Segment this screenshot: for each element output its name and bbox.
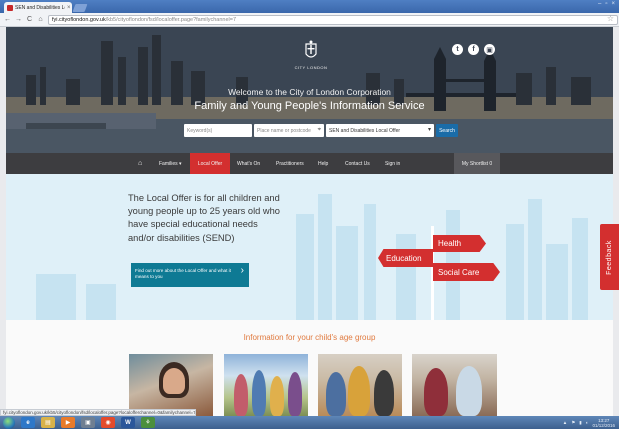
category-select[interactable]: SEN and Disabilities Local Offer ▾ <box>326 124 434 137</box>
browser-tab[interactable]: SEN and Disabilities Local × <box>4 2 72 13</box>
postcode-input[interactable]: Place name or postcode ⌖ <box>254 124 324 137</box>
clock[interactable]: 13:27 01/12/2016 <box>592 418 615 428</box>
nav-local-offer[interactable]: Local Offer <box>190 153 230 174</box>
feedback-label: Feedback <box>606 239 613 275</box>
internet-explorer-icon[interactable]: e <box>21 417 35 428</box>
forward-arrow-icon[interactable]: → <box>15 16 22 23</box>
tray-expand-icon[interactable]: ▲ <box>563 420 567 425</box>
keyword-input[interactable]: Keyword(s) <box>184 124 252 137</box>
nav-sign-in[interactable]: Sign in <box>385 153 400 174</box>
postcode-placeholder: Place name or postcode <box>257 127 311 134</box>
minimize-icon[interactable]: – <box>598 1 601 7</box>
social-links: t f ▣ <box>452 44 495 55</box>
age-group-section: Information for your child's age group <box>6 320 613 416</box>
favicon-icon <box>7 4 13 11</box>
hero-service-title: Family and Young People's Information Se… <box>194 100 425 112</box>
local-offer-intro-text: The Local Offer is for all children and … <box>128 193 280 243</box>
close-window-icon[interactable]: × <box>611 1 615 7</box>
file-explorer-icon[interactable]: ▤ <box>41 417 55 428</box>
social-care-sign[interactable]: Social Care <box>433 263 500 281</box>
new-tab-button[interactable] <box>72 4 88 12</box>
windows-taskbar: e ▤ ▶ ▣ ◉ W ⚘ ▲ ⚑ ▮ ◐ 13:27 01/12/2016 <box>0 416 619 429</box>
category-select-value: SEN and Disabilities Local Offer <box>329 127 401 134</box>
nav-my-shortlist[interactable]: My Shortlist 0 <box>454 153 500 174</box>
word-icon[interactable]: W <box>121 417 135 428</box>
local-offer-banner: The Local Offer is for all children and … <box>6 174 613 320</box>
action-center-icon[interactable]: ⚑ <box>571 420 575 426</box>
city-of-london-crest-icon <box>305 40 317 58</box>
start-button[interactable] <box>3 416 15 429</box>
search-bar: Keyword(s) Place name or postcode ⌖ SEN … <box>184 124 458 137</box>
tab-close-icon[interactable]: × <box>67 5 71 11</box>
age-photo-teenagers[interactable] <box>318 354 402 416</box>
age-group-title: Information for your child's age group <box>243 333 376 342</box>
main-navigation: ⌂ Families ▾ Local Offer What's On Pract… <box>6 153 613 174</box>
home-icon[interactable]: ⌂ <box>37 16 44 23</box>
search-button[interactable]: Search <box>436 124 458 137</box>
nav-families[interactable]: Families ▾ <box>159 153 182 174</box>
youtube-icon[interactable]: ▣ <box>484 44 495 55</box>
hero-section: CITY LONDON t f ▣ Welcome to the City of… <box>6 27 613 153</box>
chevron-down-icon: ▾ <box>427 127 431 133</box>
nav-help[interactable]: Help <box>318 153 328 174</box>
health-sign[interactable]: Health <box>433 235 486 252</box>
maximize-icon[interactable]: ▫ <box>605 1 607 7</box>
address-bar[interactable]: fyi.cityoflondon.gov.uk/kb5/cityoflondon… <box>48 14 618 25</box>
browser-status-url: fyi.cityoflondon.gov.uk/kb5/cityoflondon… <box>0 409 196 416</box>
twitter-icon[interactable]: t <box>452 44 463 55</box>
nav-contact-us[interactable]: Contact Us <box>345 153 370 174</box>
age-photo-young-adults[interactable] <box>412 354 497 416</box>
url-path: /kb5/cityoflondon/fsd/localoffer.page?fa… <box>105 16 237 23</box>
browser-tab-bar: SEN and Disabilities Local × – ▫ × <box>0 0 619 13</box>
age-photo-young-child[interactable] <box>129 354 213 416</box>
age-photo-children-group[interactable] <box>224 354 308 416</box>
bookmark-star-icon[interactable]: ☆ <box>607 14 614 23</box>
crest-label: CITY LONDON <box>294 65 328 70</box>
system-tray: ▲ ⚑ ▮ ◐ 13:27 01/12/2016 <box>563 417 615 428</box>
chevron-right-icon: › <box>240 265 244 276</box>
back-arrow-icon[interactable]: ← <box>4 16 11 23</box>
find-out-more-button[interactable]: Find out more about the Local Offer and … <box>131 263 249 287</box>
nav-practitioners[interactable]: Practitioners <box>276 153 304 174</box>
media-player-icon[interactable]: ▶ <box>61 417 75 428</box>
paint-icon[interactable]: ⚘ <box>141 417 155 428</box>
location-pin-icon[interactable]: ⌖ <box>318 127 321 134</box>
banner-city-illustration <box>36 194 588 320</box>
education-sign[interactable]: Education <box>378 249 433 267</box>
home-icon[interactable]: ⌂ <box>138 153 142 174</box>
browser-toolbar: ← → C ⌂ fyi.cityoflondon.gov.uk/kb5/city… <box>0 13 619 27</box>
url-host: fyi.cityoflondon.gov.uk <box>52 16 106 23</box>
facebook-icon[interactable]: f <box>468 44 479 55</box>
find-out-more-label: Find out more about the Local Offer and … <box>135 268 231 279</box>
network-icon[interactable]: ▮ <box>579 420 581 426</box>
chrome-icon[interactable]: ◉ <box>101 417 115 428</box>
hero-welcome-text: Welcome to the City of London Corporatio… <box>228 87 391 97</box>
nav-whats-on[interactable]: What's On <box>237 153 260 174</box>
window-controls: – ▫ × <box>598 1 615 7</box>
clock-date: 01/12/2016 <box>592 422 615 428</box>
feedback-tab[interactable]: Feedback <box>600 224 619 290</box>
app-icon[interactable]: ▣ <box>81 417 95 428</box>
reload-icon[interactable]: C <box>26 16 33 23</box>
tab-title: SEN and Disabilities Local <box>15 4 65 11</box>
volume-icon[interactable]: ◐ <box>586 420 589 425</box>
